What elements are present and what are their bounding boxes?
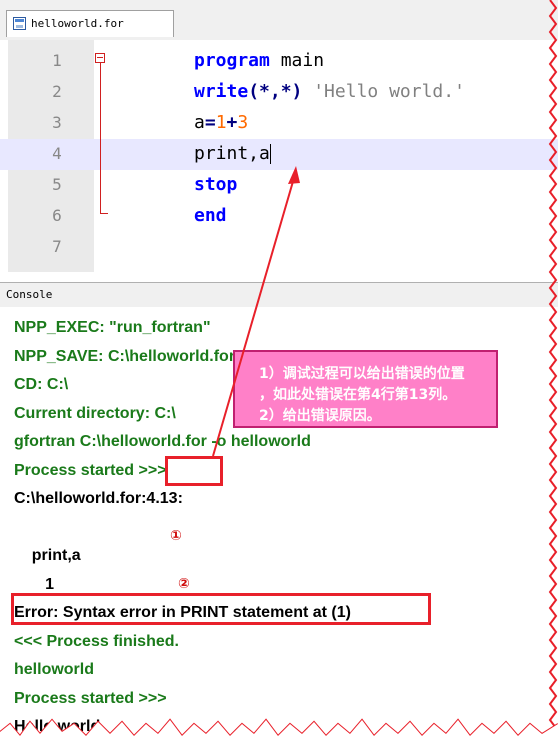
line-number: 7 <box>52 237 62 256</box>
console-line: C:\helloworld.for:4.13: <box>14 490 183 507</box>
annotation-note: 1）调试过程可以给出错误的位置 ，如此处错误在第4行第13列。 2）给出错误原因… <box>233 350 498 428</box>
error-location-highlight <box>165 456 223 486</box>
console-header: Console <box>0 282 558 308</box>
code-line[interactable]: 5 stop <box>0 170 558 201</box>
code-token: write <box>194 81 249 102</box>
error-message-highlight <box>11 593 431 625</box>
code-token: 1 <box>215 112 227 133</box>
note-line-1: 1）调试过程可以给出错误的位置 <box>259 366 465 382</box>
console-line: print,a <box>14 547 81 564</box>
code-token: a <box>194 112 205 133</box>
code-token: end <box>194 205 227 226</box>
line-number: 1 <box>52 51 62 70</box>
code-text: a=1+3 <box>194 112 248 133</box>
tab-bar: helloworld.for <box>0 0 558 41</box>
line-number: 6 <box>52 206 62 225</box>
console-line: CD: C:\ <box>14 376 69 393</box>
code-token: + <box>226 112 238 133</box>
code-line[interactable]: 4 print,a <box>0 139 558 170</box>
line-number: 3 <box>52 113 62 132</box>
console-line: Hello world. <box>14 718 105 735</box>
code-text: end <box>194 205 227 226</box>
code-token: 3 <box>237 112 249 133</box>
code-token: program <box>194 50 270 71</box>
code-text: write(*,*) 'Hello world.' <box>194 81 465 102</box>
console-line: Process started >>> <box>14 461 167 479</box>
tab-label: helloworld.for <box>31 17 124 30</box>
code-text: program main <box>194 50 324 71</box>
console-line: Current directory: C:\ <box>14 404 176 422</box>
console-line: NPP_SAVE: C:\helloworld.for <box>14 347 236 365</box>
code-line[interactable]: 2 write(*,*) 'Hello world.' <box>0 77 558 108</box>
code-text: stop <box>194 174 237 195</box>
code-token: 'Hello world.' <box>313 81 465 102</box>
code-token: main <box>269 50 325 71</box>
marker-2: ② <box>178 576 190 592</box>
fold-end <box>100 213 108 214</box>
console-line: helloworld <box>14 661 94 678</box>
code-line[interactable]: 7 <box>0 232 558 263</box>
console-line: Process started >>> <box>14 689 167 707</box>
fold-line <box>100 63 101 213</box>
tab-helloworld[interactable]: helloworld.for <box>6 10 174 37</box>
console-title: Console <box>6 288 53 301</box>
text-caret <box>269 144 271 164</box>
code-line[interactable]: 3 a=1+3 <box>0 108 558 139</box>
code-token: (*,*) <box>248 81 303 102</box>
line-number: 4 <box>52 144 62 163</box>
code-line[interactable]: 1 program main <box>0 46 558 77</box>
code-token: stop <box>194 174 238 195</box>
file-icon <box>13 17 26 30</box>
marker-1: ① <box>170 528 182 544</box>
code-text: print,a <box>194 143 271 164</box>
code-token: print,a <box>194 143 270 164</box>
fold-toggle-icon[interactable] <box>95 53 105 63</box>
console-line: NPP_EXEC: "run_fortran" <box>14 319 211 336</box>
note-line-3: 2）给出错误原因。 <box>259 408 381 424</box>
code-token: = <box>204 112 216 133</box>
line-number: 5 <box>52 175 62 194</box>
console-line: gfortran C:\helloworld.for -o helloworld <box>14 433 311 450</box>
note-line-2: ，如此处错误在第4行第13列。 <box>259 387 457 403</box>
line-number: 2 <box>52 82 62 101</box>
code-editor[interactable]: 1 program main 2 write(*,*) 'Hello world.' 3… <box>0 40 558 272</box>
code-line[interactable]: 6 end <box>0 201 558 232</box>
console-line: 1 <box>14 575 55 593</box>
console-line: <<< Process finished. <box>14 632 179 650</box>
